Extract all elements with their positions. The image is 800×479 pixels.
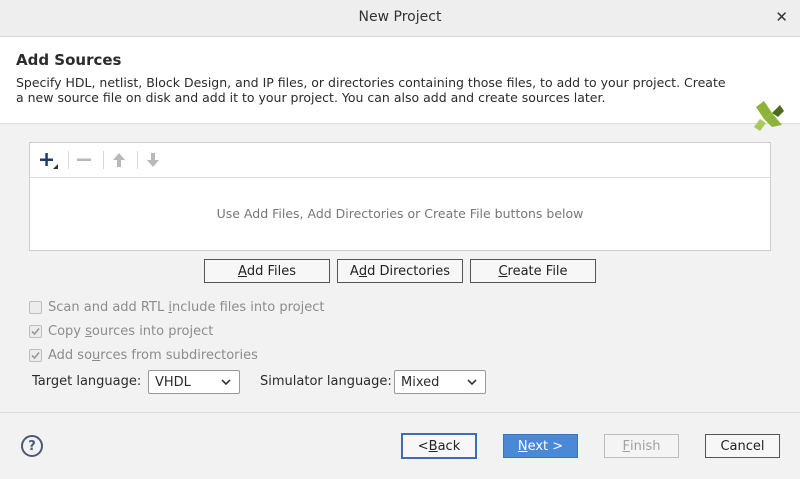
xilinx-logo-icon [754, 101, 784, 131]
target-language-value: VHDL [155, 374, 191, 390]
option-label-rest: rces from subdirectories [100, 347, 258, 363]
finish-button[interactable]: Finish [604, 434, 679, 458]
arrow-down-icon [147, 153, 159, 167]
add-subdirectories-checkbox[interactable] [29, 348, 42, 362]
footer-divider [0, 412, 800, 413]
simulator-language-label: Simulator language: [260, 374, 392, 389]
option-label-rest: ources into project [91, 323, 214, 339]
add-files-button[interactable]: Add Files [204, 259, 330, 283]
wizard-header: Add Sources Specify HDL, netlist, Block … [0, 37, 800, 131]
files-toolbar [30, 143, 770, 178]
option-label-prefix: Add so [48, 347, 93, 363]
button-label-rest: ext > [527, 438, 564, 454]
option-label-prefix: Copy [48, 323, 86, 339]
page-description: Specify HDL, netlist, Block Design, and … [16, 75, 726, 105]
simulator-language-select[interactable]: Mixed [394, 370, 486, 394]
button-mnemonic: N [517, 438, 528, 454]
simulator-language-value: Mixed [401, 374, 440, 390]
toolbar-separator [137, 151, 138, 169]
button-label-prefix: A [349, 263, 359, 279]
title-bar: New Project ✕ [0, 0, 800, 37]
scan-rtl-include-option[interactable]: Scan and add RTL include files into proj… [29, 298, 324, 316]
next-button[interactable]: Next > [503, 434, 578, 458]
remove-source-button[interactable] [71, 149, 97, 171]
copy-sources-option[interactable]: Copy sources into project [29, 322, 213, 340]
button-mnemonic: F [622, 438, 630, 454]
move-down-button[interactable] [140, 149, 166, 171]
option-label-rest: nclude files into project [171, 299, 325, 315]
target-language-select[interactable]: VHDL [148, 370, 240, 394]
source-files-panel: Use Add Files, Add Directories or Create… [29, 142, 771, 251]
button-mnemonic: C [498, 263, 508, 279]
button-mnemonic: B [428, 438, 438, 454]
button-label-rest: dd Files [246, 263, 297, 279]
arrow-up-icon [113, 153, 125, 167]
plus-icon [40, 153, 58, 169]
page-title: Add Sources [16, 51, 122, 69]
target-language-label: Target language: [32, 374, 142, 389]
button-label-rest: ack [437, 438, 461, 454]
cancel-button[interactable]: Cancel [705, 434, 780, 458]
help-icon[interactable]: ? [21, 435, 43, 457]
scan-rtl-include-checkbox[interactable] [29, 300, 42, 314]
toolbar-separator [103, 151, 104, 169]
window-title: New Project [358, 9, 442, 25]
checkmark-icon [31, 351, 40, 359]
back-button[interactable]: < Back [401, 433, 477, 459]
option-label: Scan and add RTL include files into proj… [48, 300, 324, 315]
button-mnemonic: d [358, 263, 368, 279]
toolbar-separator [68, 151, 69, 169]
checkmark-icon [31, 327, 40, 335]
minus-icon [77, 158, 91, 161]
button-mnemonic: A [237, 263, 247, 279]
chevron-down-icon [221, 379, 231, 386]
chevron-down-icon [467, 379, 477, 386]
option-label: Add sources from subdirectories [48, 348, 258, 363]
create-file-button[interactable]: Create File [470, 259, 596, 283]
option-label: Copy sources into project [48, 324, 213, 339]
button-label-rest: inish [630, 438, 661, 454]
copy-sources-checkbox[interactable] [29, 324, 42, 338]
empty-files-message: Use Add Files, Add Directories or Create… [216, 206, 584, 221]
close-icon[interactable]: ✕ [775, 8, 788, 26]
button-label-rest: reate File [507, 263, 568, 279]
button-label-prefix: < [417, 438, 429, 454]
button-label-rest: d Directories [367, 263, 451, 279]
add-directories-button[interactable]: Add Directories [337, 259, 463, 283]
add-subdirectories-option[interactable]: Add sources from subdirectories [29, 346, 258, 364]
option-mnemonic: s [85, 323, 92, 339]
move-up-button[interactable] [106, 149, 132, 171]
add-sources-button[interactable] [36, 149, 62, 171]
option-label-prefix: Scan and add RTL [48, 299, 169, 315]
